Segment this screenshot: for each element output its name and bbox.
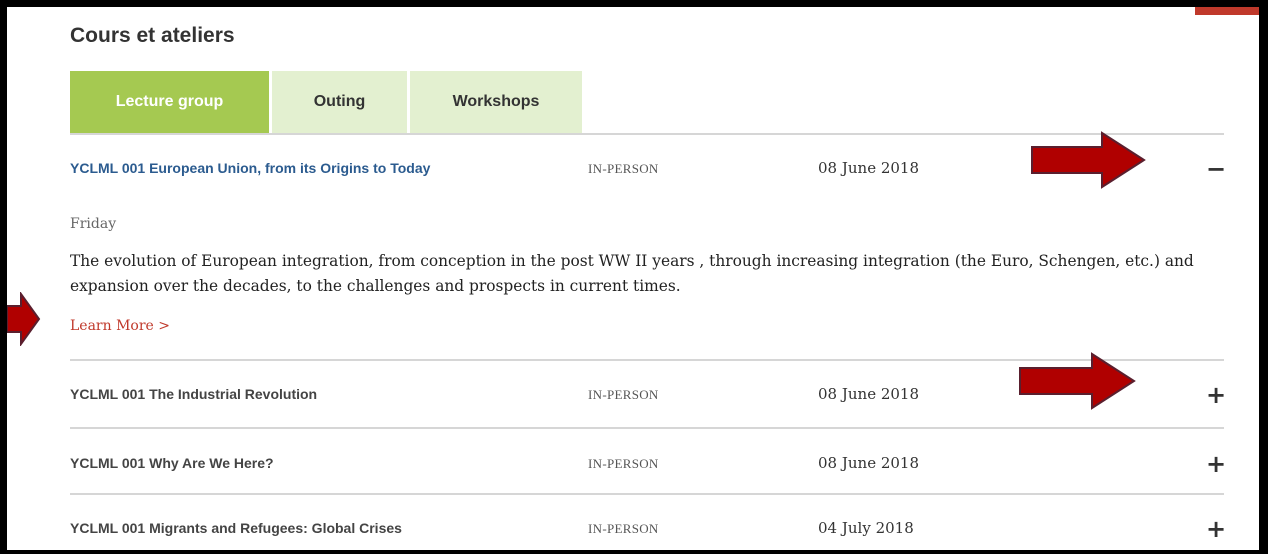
divider: [70, 493, 1224, 495]
divider: [70, 427, 1224, 429]
expand-icon[interactable]: +: [1205, 517, 1227, 541]
red-arrow-right-icon: [1031, 131, 1146, 189]
red-arrow-right-icon: [1019, 352, 1136, 410]
course-date: 08 June 2018: [818, 454, 920, 472]
section-title: Cours et ateliers: [70, 24, 235, 47]
tab-lecture-group[interactable]: Lecture group: [70, 71, 269, 133]
course-date: 04 July 2018: [818, 519, 914, 537]
corner-accent: [1195, 7, 1259, 15]
course-title-link[interactable]: YCLML 001 European Union, from its Origi…: [70, 160, 430, 176]
learn-more-link[interactable]: Learn More >: [70, 318, 170, 334]
course-title-link[interactable]: YCLML 001 Migrants and Refugees: Global …: [70, 520, 402, 536]
course-title-link[interactable]: YCLML 001 The Industrial Revolution: [70, 386, 317, 402]
expand-icon[interactable]: +: [1205, 452, 1227, 476]
red-arrow-right-icon: [7, 292, 41, 346]
course-type: IN-PERSON: [588, 521, 659, 536]
course-type: IN-PERSON: [588, 456, 659, 471]
expand-icon[interactable]: +: [1205, 383, 1227, 407]
course-type: IN-PERSON: [588, 387, 659, 402]
course-type: IN-PERSON: [588, 161, 659, 176]
course-date: 08 June 2018: [818, 159, 920, 177]
tab-workshops[interactable]: Workshops: [410, 71, 582, 133]
course-date: 08 June 2018: [818, 385, 920, 403]
course-day: Friday: [70, 216, 117, 232]
collapse-icon[interactable]: −: [1205, 157, 1227, 181]
course-title-link[interactable]: YCLML 001 Why Are We Here?: [70, 455, 274, 471]
tab-outing[interactable]: Outing: [272, 71, 407, 133]
course-description: The evolution of European integration, f…: [70, 252, 1194, 295]
